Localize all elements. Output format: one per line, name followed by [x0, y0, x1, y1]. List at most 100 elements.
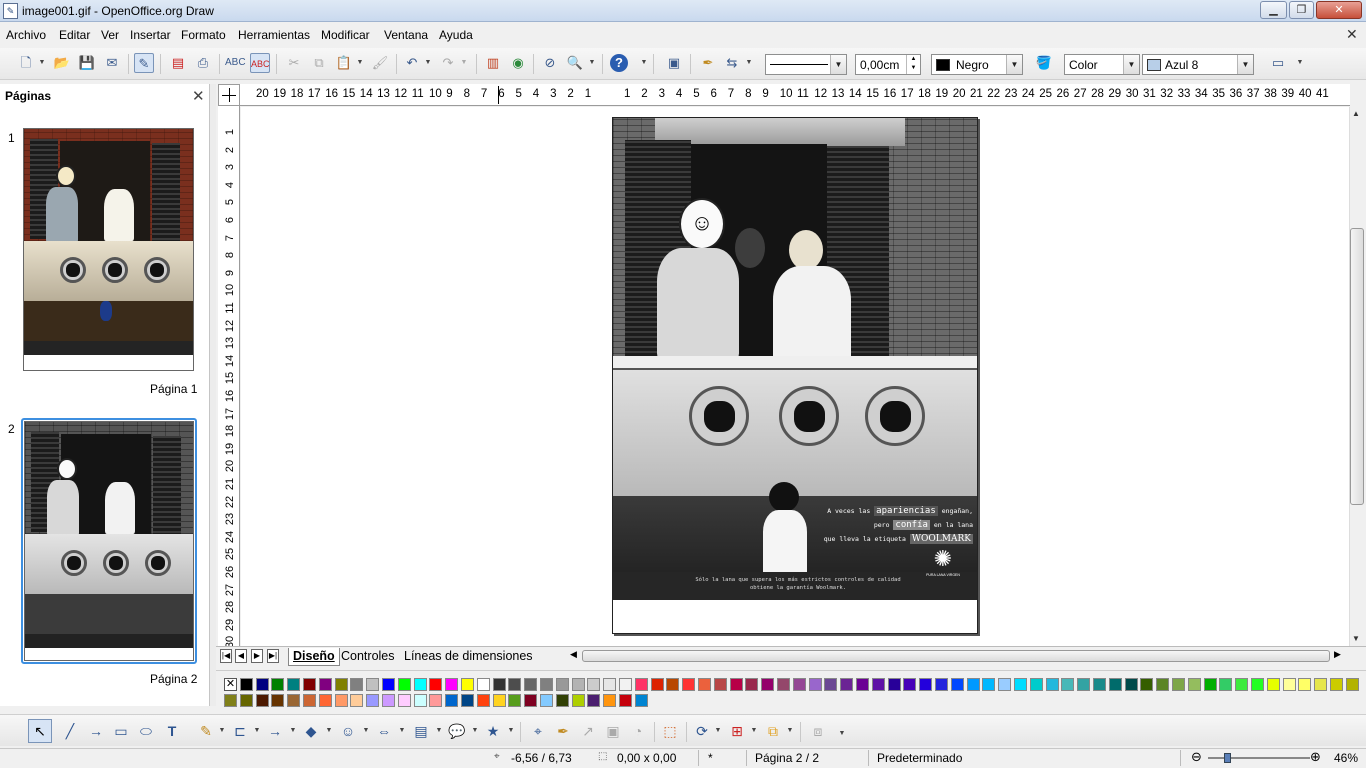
basic-shapes-dropdown-arrow[interactable]: ▼: [325, 721, 333, 741]
paste-dropdown-arrow[interactable]: ▼: [356, 53, 364, 73]
color-swatch[interactable]: [1345, 678, 1359, 691]
copy-icon[interactable]: ⧉: [309, 53, 329, 73]
ellipse-tool-icon[interactable]: ⬭: [136, 721, 156, 741]
block-arrows-icon[interactable]: ⇔: [374, 721, 394, 741]
color-swatch[interactable]: [603, 694, 617, 707]
page-thumbnail-1[interactable]: [23, 128, 194, 371]
glue-points-icon[interactable]: ✒: [553, 721, 573, 741]
color-swatch[interactable]: [1219, 678, 1233, 691]
scroll-down-arrow[interactable]: ▼: [1352, 634, 1360, 643]
from-file-icon[interactable]: ▣: [603, 721, 623, 741]
color-swatch[interactable]: [761, 678, 775, 691]
select-pointer-icon[interactable]: ↖: [28, 719, 52, 743]
redo-dropdown-arrow[interactable]: ▼: [460, 53, 468, 73]
color-swatch[interactable]: [808, 678, 822, 691]
color-swatch[interactable]: [856, 678, 869, 691]
color-swatch[interactable]: [1172, 678, 1185, 691]
clone-formatting-icon[interactable]: 🖌: [370, 53, 390, 73]
zoom-slider-handle[interactable]: [1224, 753, 1231, 763]
color-swatch[interactable]: [366, 694, 380, 707]
text-tool-icon[interactable]: T: [162, 721, 182, 741]
undo-dropdown-arrow[interactable]: ▼: [424, 53, 432, 73]
area-style-icon[interactable]: 🪣: [1034, 53, 1054, 73]
tab-diseno[interactable]: Diseño: [288, 648, 340, 666]
flowchart-icon[interactable]: ▤: [411, 721, 431, 741]
color-swatch[interactable]: [619, 694, 632, 707]
woolmark-ad-image[interactable]: ☺ A veces las apariencias engañan, pero …: [613, 118, 977, 600]
color-swatch[interactable]: [729, 678, 743, 691]
help-icon[interactable]: ?: [610, 54, 628, 72]
panel-splitter[interactable]: [210, 84, 216, 706]
color-swatch[interactable]: [271, 694, 285, 707]
tab-lineas-de-dimensiones[interactable]: Líneas de dimensiones: [400, 648, 537, 666]
color-swatch[interactable]: [1235, 678, 1249, 691]
horizontal-scrollbar-thumb[interactable]: [582, 650, 1330, 662]
color-swatch[interactable]: [935, 678, 948, 691]
color-swatch[interactable]: [445, 678, 459, 691]
color-swatch[interactable]: [1140, 678, 1154, 691]
color-swatch[interactable]: [966, 678, 980, 691]
basic-shapes-icon[interactable]: ◆: [301, 721, 321, 741]
page-sheet[interactable]: ☺ A veces las apariencias engañan, pero …: [612, 117, 978, 634]
color-swatch[interactable]: [382, 678, 395, 691]
tab-controles[interactable]: Controles: [337, 648, 399, 666]
no-fill-swatch[interactable]: ✕: [224, 678, 237, 691]
color-swatch[interactable]: [871, 678, 885, 691]
color-swatch[interactable]: [840, 678, 854, 691]
new-dropdown-arrow[interactable]: ▼: [38, 53, 46, 73]
area-style-select[interactable]: Color ▼: [1064, 54, 1140, 75]
next-tab-button[interactable]: ▶: [251, 649, 263, 663]
color-swatch[interactable]: [571, 694, 585, 707]
color-swatch[interactable]: [429, 694, 443, 707]
color-swatch[interactable]: [1093, 678, 1106, 691]
alignment-dropdown-arrow[interactable]: ▼: [750, 721, 758, 741]
open-folder-icon[interactable]: 📂: [52, 53, 72, 73]
color-swatch[interactable]: [698, 678, 711, 691]
color-swatch[interactable]: [1251, 678, 1264, 691]
color-swatch[interactable]: [682, 678, 696, 691]
spinner-arrows-icon[interactable]: ▲ ▼: [906, 55, 920, 74]
color-swatch[interactable]: [587, 694, 601, 707]
chevron-down-icon[interactable]: ▼: [1123, 55, 1139, 74]
connector-dropdown-arrow[interactable]: ▼: [253, 721, 261, 741]
color-swatch[interactable]: [382, 694, 395, 707]
arrow-style-icon[interactable]: ⇆: [722, 53, 742, 73]
first-tab-button[interactable]: |◀: [220, 649, 232, 663]
color-swatch[interactable]: [445, 694, 459, 707]
redo-icon[interactable]: ↷: [438, 53, 458, 73]
menu-insertar[interactable]: Insertar: [130, 28, 171, 42]
toolbar-overflow-arrow[interactable]: ▼: [838, 724, 846, 744]
menu-modificar[interactable]: Modificar: [321, 28, 370, 42]
connector-tool-icon[interactable]: ⊏: [230, 721, 250, 741]
alignment-icon[interactable]: ⊞: [727, 721, 747, 741]
last-tab-button[interactable]: ▶|: [267, 649, 279, 663]
color-swatch[interactable]: [334, 694, 348, 707]
line-color-select[interactable]: Negro ▼: [931, 54, 1023, 75]
toolbar-overflow-arrow[interactable]: ▼: [640, 53, 648, 73]
scroll-right-arrow[interactable]: ▶: [1334, 649, 1341, 660]
color-swatch[interactable]: [303, 678, 316, 691]
color-swatch[interactable]: [998, 678, 1012, 691]
vertical-scrollbar-thumb[interactable]: [1350, 228, 1364, 505]
line-width-spinner[interactable]: 0,00cm ▲ ▼: [855, 54, 921, 75]
vertical-ruler[interactable]: 1 2 3 4 5 6 7 8 9 10 11 12 13 14 15 16 17 18 19 20 21 22 23 24 2…: [218, 106, 240, 646]
callouts-dropdown-arrow[interactable]: ▼: [471, 721, 479, 741]
color-swatch[interactable]: [792, 678, 806, 691]
previous-tab-button[interactable]: ◀: [235, 649, 247, 663]
color-swatch[interactable]: [1014, 678, 1027, 691]
chevron-down-icon[interactable]: ▼: [1006, 55, 1022, 74]
color-swatch[interactable]: [1077, 678, 1091, 691]
gallery-drawing-icon[interactable]: ◔: [628, 721, 648, 741]
color-swatch[interactable]: [650, 678, 664, 691]
shadow-icon[interactable]: ▭: [1268, 53, 1288, 73]
symbol-shapes-icon[interactable]: ☺: [338, 721, 358, 741]
paste-icon[interactable]: 📋: [334, 53, 354, 73]
color-swatch[interactable]: [982, 678, 996, 691]
color-swatch[interactable]: [239, 678, 253, 691]
block-arrows-dropdown-arrow[interactable]: ▼: [398, 721, 406, 741]
undo-icon[interactable]: ↶: [402, 53, 422, 73]
rotate-dropdown-arrow[interactable]: ▼: [714, 721, 722, 741]
line-tool-icon[interactable]: ╱: [60, 721, 80, 741]
color-swatch[interactable]: [745, 678, 759, 691]
color-swatch[interactable]: [540, 694, 553, 707]
